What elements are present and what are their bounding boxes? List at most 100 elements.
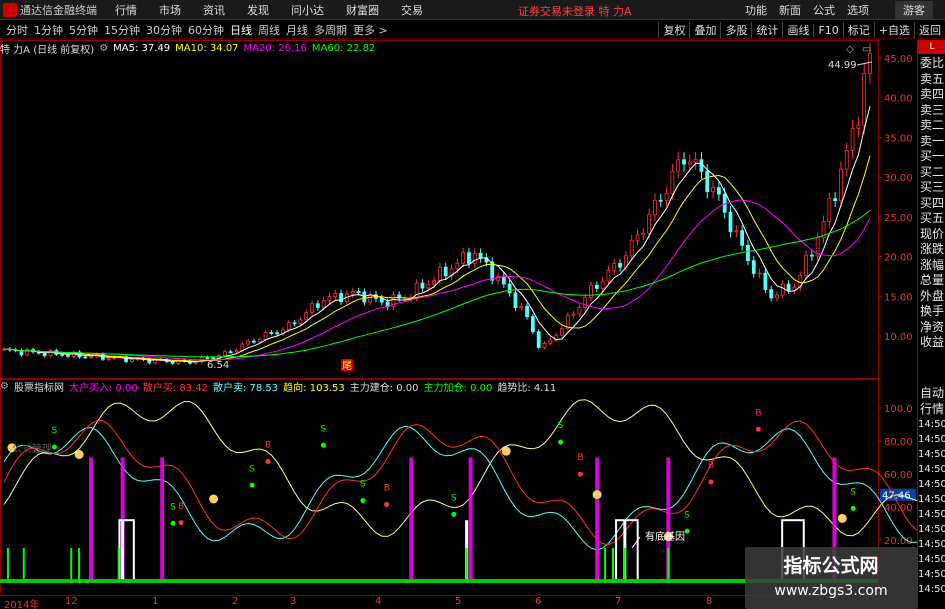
- candle-body: [775, 294, 779, 299]
- period-15min[interactable]: 15分钟: [104, 22, 140, 38]
- date-label: 5: [455, 596, 462, 607]
- menu-new-page[interactable]: 新面: [779, 2, 801, 18]
- period-weekly[interactable]: 周线: [258, 22, 280, 38]
- candle-body: [327, 296, 332, 301]
- stock-name: 特 力A (日线 前复权): [0, 44, 95, 56]
- menu-trade[interactable]: 交易: [401, 2, 423, 18]
- candle-body: [519, 305, 524, 309]
- candle-body: [467, 252, 471, 264]
- period-5min[interactable]: 5分钟: [69, 22, 98, 38]
- buy-signal: B: [384, 484, 390, 494]
- candle-body: [653, 199, 657, 216]
- tool-overlay[interactable]: 叠加: [689, 22, 720, 38]
- tool-mark[interactable]: 标记: [842, 22, 874, 38]
- sidebar-code[interactable]: L: [918, 40, 945, 54]
- period-monthly[interactable]: 月线: [286, 22, 308, 38]
- period-30min[interactable]: 30分钟: [146, 22, 182, 38]
- menu-ask[interactable]: 问小达: [291, 2, 324, 18]
- period-daily[interactable]: 日线: [230, 22, 252, 38]
- menu-quotes[interactable]: 行情: [115, 2, 137, 18]
- price-axis-label: 15.00: [884, 292, 913, 303]
- big-buy-bar: [468, 457, 473, 580]
- retail-buy-value: 散户买: 83.42: [142, 382, 208, 394]
- sidebar-quote-item: 总量: [919, 273, 944, 287]
- tool-back[interactable]: 返回: [914, 22, 945, 38]
- sidebar-tab[interactable]: 行情: [918, 401, 945, 417]
- big-buy-value: 大户买入: 0.00: [68, 382, 138, 394]
- candle-body: [606, 269, 611, 282]
- menu-market[interactable]: 市场: [159, 2, 181, 18]
- sidebar-quote-item: 卖二: [919, 118, 944, 132]
- big-buy-bar: [595, 457, 600, 580]
- period-1min[interactable]: 1分钟: [34, 22, 63, 38]
- indicator-info-line: ⚙ 股票指标网 大户买入: 0.00 散户买: 83.42 散户卖: 78.53…: [0, 379, 561, 394]
- guest-button[interactable]: 游客: [895, 0, 933, 19]
- period-tick[interactable]: 分时: [6, 22, 28, 38]
- menu-news[interactable]: 资讯: [203, 2, 225, 18]
- candle-body: [263, 332, 268, 340]
- menu-discover[interactable]: 发现: [247, 2, 269, 18]
- sell-signal: S: [850, 488, 856, 498]
- signal-dot: [708, 479, 714, 485]
- candle-body: [315, 303, 320, 308]
- indicator-name[interactable]: 股票指标网: [14, 379, 64, 394]
- sell-signal: S: [360, 480, 366, 490]
- price-axis-label: 20.00: [884, 253, 913, 264]
- sidebar-tab[interactable]: 自动: [918, 385, 945, 401]
- candle-body: [472, 252, 477, 264]
- ma-info-line: 特 力A (日线 前复权) ⚙ MA5: 37.49 MA10: 34.07 M…: [0, 41, 380, 56]
- candle-body: [664, 192, 669, 201]
- sidebar-quote-item: 涨幅: [919, 257, 944, 272]
- ma20-line: [3, 199, 871, 361]
- candle-body: [321, 300, 326, 308]
- price-pane-border: [0, 40, 879, 379]
- kline-chart[interactable]: 45.00 40.00 35.00 30.00 25.00 20.00 15.00 10.00…: [0, 40, 917, 596]
- candle-body: [780, 283, 785, 296]
- menu-function[interactable]: 功能: [745, 2, 767, 18]
- candle-body: [205, 357, 210, 359]
- candle-body: [589, 284, 593, 298]
- period-multi[interactable]: 多周期: [314, 22, 347, 38]
- sidebar-tick-time: 14:50: [918, 509, 945, 520]
- period-60min[interactable]: 60分钟: [188, 22, 224, 38]
- candle-body: [856, 124, 861, 129]
- ma-settings-icon[interactable]: ⚙: [99, 43, 108, 54]
- main-add-bar: [667, 548, 670, 580]
- candle-body: [60, 353, 65, 356]
- tool-f10[interactable]: F10: [813, 23, 842, 37]
- candle-body: [368, 294, 373, 303]
- indicator-settings-icon[interactable]: ⚙: [0, 381, 9, 392]
- candle-body: [571, 313, 576, 316]
- signal-dot: [178, 520, 184, 526]
- date-label: 2: [232, 596, 239, 607]
- sidebar-quote-item: 卖三: [919, 102, 944, 117]
- candle-body: [699, 159, 704, 172]
- candle-body: [269, 332, 274, 334]
- menu-options[interactable]: 选项: [847, 2, 869, 18]
- sidebar-quote-item: 买二: [919, 164, 944, 179]
- candle-body: [862, 73, 867, 126]
- candle-body: [809, 254, 814, 257]
- candle-body: [106, 357, 111, 360]
- tool-stats[interactable]: 统计: [751, 22, 782, 38]
- candle-body: [455, 262, 460, 270]
- sell-signal: S: [558, 421, 564, 431]
- sell-signal: S: [249, 464, 255, 474]
- candle-body: [432, 280, 436, 285]
- menu-wealth[interactable]: 财富圈: [346, 2, 379, 18]
- tool-add-watchlist[interactable]: +自选: [873, 22, 914, 38]
- date-label: 8: [706, 596, 713, 607]
- main-add-bar: [465, 548, 468, 580]
- low-price-label: 6.54: [207, 360, 229, 371]
- candle-body: [461, 252, 466, 264]
- main-add-bar: [117, 548, 120, 580]
- yellow-marker-icon: [592, 490, 602, 500]
- menu-formula[interactable]: 公式: [813, 2, 835, 18]
- period-more[interactable]: 更多 >: [353, 22, 388, 38]
- tool-multi-stock[interactable]: 多股: [720, 22, 751, 38]
- big-buy-bar: [160, 457, 165, 580]
- candle-body: [676, 159, 681, 172]
- tool-adjust[interactable]: 复权: [658, 22, 689, 38]
- tool-draw[interactable]: 画线: [782, 22, 813, 38]
- candle-body: [292, 322, 297, 325]
